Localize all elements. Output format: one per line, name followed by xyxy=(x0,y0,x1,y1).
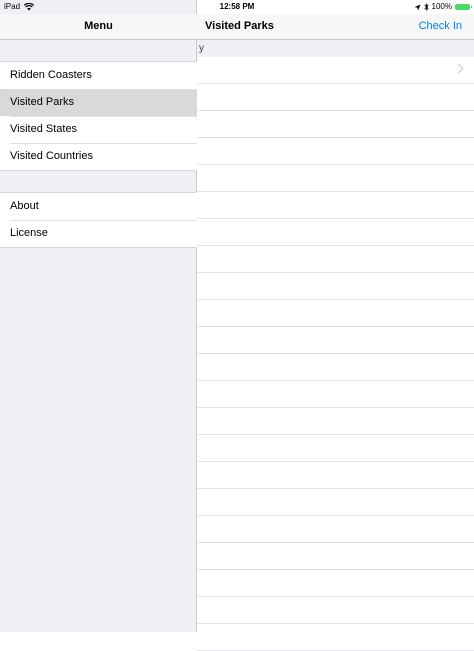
master-nav-bar: Menu xyxy=(0,14,197,40)
list-item xyxy=(197,381,474,408)
status-time: 12:58 PM xyxy=(219,2,255,11)
master-title: Menu xyxy=(84,20,113,32)
parks-list xyxy=(197,57,474,651)
menu-item-license[interactable]: License xyxy=(0,220,197,247)
list-item xyxy=(197,597,474,624)
list-item xyxy=(197,219,474,246)
bluetooth-icon xyxy=(423,3,429,11)
menu-item-visited-countries[interactable]: Visited Countries xyxy=(0,143,197,170)
list-item xyxy=(197,570,474,597)
list-item xyxy=(197,624,474,651)
list-item xyxy=(197,354,474,381)
master-pane: Menu Ridden Coasters Visited Parks Visit… xyxy=(0,0,197,632)
battery-icon xyxy=(455,4,472,10)
list-item xyxy=(197,462,474,489)
chevron-right-icon xyxy=(453,63,464,74)
list-item xyxy=(197,84,474,111)
status-bar: iPad 12:58 PM 100% xyxy=(0,0,474,14)
battery-percent: 100% xyxy=(431,2,452,11)
detail-nav-bar: Visited Parks Check In xyxy=(197,14,474,40)
detail-title: Visited Parks xyxy=(205,20,274,32)
menu-group-main: Ridden Coasters Visited Parks Visited St… xyxy=(0,61,197,171)
list-item xyxy=(197,489,474,516)
section-header: y xyxy=(197,40,474,57)
check-in-button[interactable]: Check In xyxy=(419,14,462,38)
list-item xyxy=(197,138,474,165)
menu-item-ridden-coasters[interactable]: Ridden Coasters xyxy=(0,62,197,89)
list-item xyxy=(197,246,474,273)
list-item xyxy=(197,192,474,219)
list-item xyxy=(197,408,474,435)
menu-item-visited-states[interactable]: Visited States xyxy=(0,116,197,143)
menu-item-visited-parks[interactable]: Visited Parks xyxy=(0,89,197,116)
list-item xyxy=(197,435,474,462)
list-item xyxy=(197,111,474,138)
list-item xyxy=(197,165,474,192)
list-item xyxy=(197,516,474,543)
list-item xyxy=(197,327,474,354)
location-arrow-icon xyxy=(413,3,421,11)
list-item xyxy=(197,273,474,300)
list-item xyxy=(197,300,474,327)
menu-group-info: About License xyxy=(0,192,197,248)
detail-pane: Visited Parks Check In y xyxy=(197,0,474,651)
list-item xyxy=(197,543,474,570)
list-item[interactable] xyxy=(197,57,474,84)
menu-item-about[interactable]: About xyxy=(0,193,197,220)
